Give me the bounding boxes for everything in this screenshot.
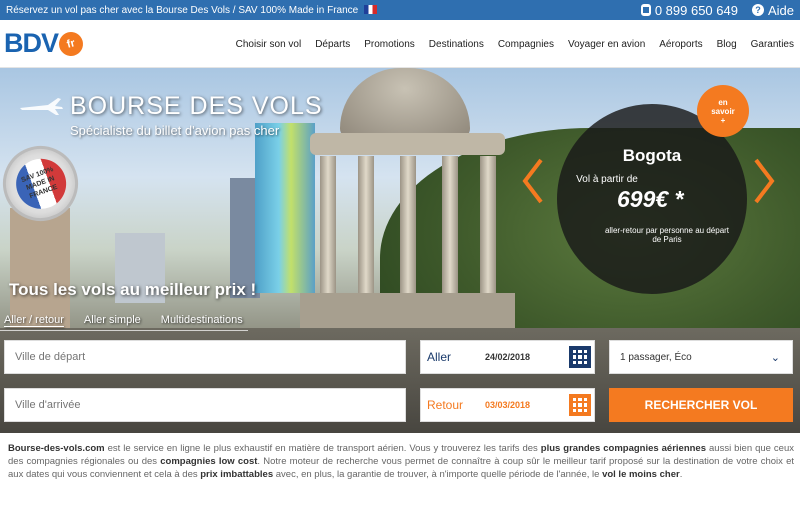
description-text: . bbox=[679, 469, 683, 480]
chevron-left-icon[interactable] bbox=[522, 158, 544, 204]
return-date: 03/03/2018 bbox=[485, 400, 531, 410]
return-date-field[interactable]: Retour 03/03/2018 bbox=[420, 388, 595, 422]
site-description: Bourse-des-vols.com est le service en li… bbox=[8, 442, 794, 481]
calendar-icon[interactable] bbox=[569, 394, 591, 416]
promo-from-label: Vol à partir de bbox=[576, 174, 638, 185]
help-icon: ? bbox=[751, 4, 764, 16]
site-header: BDV fr Choisir son vol Départs Promotion… bbox=[0, 20, 800, 68]
learn-more-button[interactable]: en savoir + bbox=[697, 85, 749, 137]
outbound-date: 24/02/2018 bbox=[485, 352, 531, 362]
search-flights-button[interactable]: RECHERCHER VOL bbox=[609, 388, 793, 422]
return-label: Retour bbox=[427, 398, 464, 412]
logo-brand: BDV bbox=[4, 28, 59, 58]
tabs-divider bbox=[0, 330, 248, 331]
hero-building bbox=[10, 208, 70, 348]
top-bar: Réservez un vol pas cher avec la Bourse … bbox=[0, 0, 800, 20]
nav-item-compagnies[interactable]: Compagnies bbox=[498, 39, 554, 50]
trip-type-tabs: Aller / retour Aller simple Multidestina… bbox=[4, 314, 243, 326]
france-flag-icon bbox=[364, 5, 378, 15]
description-text: avec, en plus, la garantie de trouver, à… bbox=[273, 469, 603, 480]
promo-note: aller-retour par personne au départ de P… bbox=[604, 226, 730, 244]
nav-item-blog[interactable]: Blog bbox=[717, 39, 737, 50]
chevron-right-icon[interactable] bbox=[753, 158, 775, 204]
tab-aller-retour[interactable]: Aller / retour bbox=[4, 314, 64, 326]
phone-link[interactable]: 0 899 650 649 bbox=[640, 2, 738, 18]
learn-more-line1: en bbox=[718, 97, 728, 107]
nav-item-aeroports[interactable]: Aéroports bbox=[659, 39, 702, 50]
outbound-label: Aller bbox=[427, 350, 452, 364]
promo-banner-text: Réservez un vol pas cher avec la Bourse … bbox=[6, 5, 641, 16]
hero-slogan: Tous les vols au meilleur prix ! bbox=[9, 280, 257, 299]
nav-item-promotions[interactable]: Promotions bbox=[364, 39, 415, 50]
passengers-value: 1 passager, Éco bbox=[620, 351, 692, 363]
description-highlight: compagnies low cost bbox=[160, 456, 258, 467]
nav-item-destinations[interactable]: Destinations bbox=[429, 39, 484, 50]
passengers-select[interactable]: 1 passager, Éco ⌄ bbox=[609, 340, 793, 374]
description-text: est le service en ligne le plus exhausti… bbox=[104, 443, 541, 454]
nav-item-garanties[interactable]: Garanties bbox=[751, 39, 794, 50]
promo-city: Bogota bbox=[622, 146, 682, 165]
hero-title: BOURSE DES VOLS bbox=[70, 92, 323, 120]
tab-multidestinations[interactable]: Multidestinations bbox=[161, 314, 243, 326]
outbound-date-field[interactable]: Aller 24/02/2018 bbox=[420, 340, 595, 374]
description-highlight: vol le moins cher bbox=[602, 469, 680, 480]
promo-price: 699€ * bbox=[617, 186, 684, 212]
nav-item-choisir-son-vol[interactable]: Choisir son vol bbox=[236, 39, 302, 50]
hero-monument bbox=[300, 68, 515, 328]
phone-icon bbox=[640, 4, 651, 16]
main-nav: Choisir son vol Départs Promotions Desti… bbox=[236, 20, 794, 68]
tab-aller-simple[interactable]: Aller simple bbox=[84, 314, 141, 326]
calendar-icon[interactable] bbox=[569, 346, 591, 368]
site-name: Bourse-des-vols.com bbox=[8, 443, 105, 454]
help-label: Aide bbox=[767, 2, 794, 18]
departure-city-input[interactable] bbox=[4, 340, 406, 374]
plane-icon bbox=[20, 98, 63, 115]
learn-more-line2: savoir bbox=[711, 106, 735, 116]
arrival-city-input[interactable] bbox=[4, 388, 406, 422]
hero-subtitle: Spécialiste du billet d'avion pas cher bbox=[70, 123, 280, 138]
learn-more-line3: + bbox=[720, 115, 726, 125]
nav-item-departs[interactable]: Départs bbox=[315, 39, 350, 50]
phone-number: 0 899 650 649 bbox=[654, 2, 738, 18]
logo-suffix: fr bbox=[56, 28, 86, 59]
hero-banner: BOURSE DES VOLS Spécialiste du billet d'… bbox=[0, 68, 800, 433]
description-highlight: plus grandes compagnies aériennes bbox=[540, 443, 707, 454]
nav-item-voyager-en-avion[interactable]: Voyager en avion bbox=[568, 39, 645, 50]
site-logo[interactable]: BDV fr bbox=[4, 28, 86, 59]
description-highlight: prix imbattables bbox=[200, 469, 274, 480]
help-link[interactable]: ? Aide bbox=[751, 2, 794, 18]
chevron-down-icon: ⌄ bbox=[770, 352, 780, 364]
